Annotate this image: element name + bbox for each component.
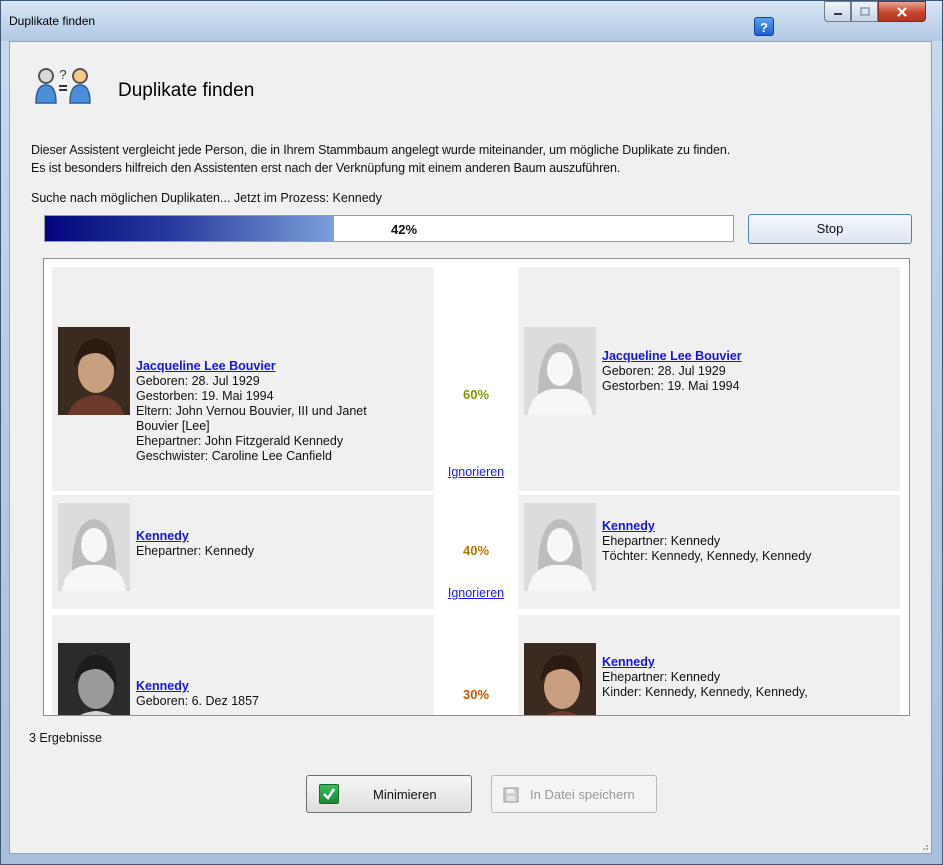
person-detail: Eltern: John Vernou Bouvier, III und Jan… [136, 404, 367, 418]
person-detail: Töchter: Kennedy, Kennedy, Kennedy [602, 549, 812, 563]
description-line-1: Dieser Assistent vergleicht jede Person,… [31, 143, 731, 157]
right-person-cell: Kennedy Ehepartner: Kennedy Kinder: Kenned… [518, 615, 900, 715]
close-icon [897, 6, 907, 17]
person-name-link[interactable]: Kennedy [136, 679, 259, 694]
ignore-link[interactable]: Ignorieren [434, 586, 518, 600]
maximize-icon [859, 6, 870, 16]
save-button-label: In Datei speichern [530, 787, 635, 802]
dialog-content: ? Duplikate finden Dieser Assistent verg… [9, 41, 932, 854]
save-to-file-button[interactable]: In Datei speichern [491, 775, 657, 813]
minimize-icon [833, 12, 842, 15]
person-detail: Kinder: Kennedy, Kennedy, Kennedy, [602, 685, 808, 699]
person-info: Kennedy Geboren: 6. Dez 1857 [136, 679, 259, 709]
minimize-button-label: Minimieren [373, 787, 437, 802]
result-row: Jacqueline Lee Bouvier Geboren: 28. Jul 1… [52, 267, 900, 491]
female-silhouette-icon [524, 327, 596, 415]
progress-label: 42% [390, 222, 418, 237]
result-row: Kennedy Ehepartner: Kennedy Kennedy Ehepart… [52, 495, 900, 609]
person-info: Kennedy Ehepartner: Kennedy Kinder: Kenned… [602, 655, 808, 700]
female-silhouette-icon [58, 503, 130, 591]
person-detail: Gestorben: 19. Mai 1994 [136, 389, 274, 403]
person-photo [58, 327, 130, 415]
status-text: Suche nach möglichen Duplikaten... Jetzt… [31, 191, 382, 205]
person-detail: Ehepartner: Kennedy [602, 534, 721, 548]
person-info: Jacqueline Lee Bouvier Geboren: 28. Jul 1… [136, 359, 367, 464]
description-line-2: Es ist besonders hilfreich den Assistent… [31, 161, 621, 175]
person-detail: Geboren: 6. Dez 1857 [136, 694, 259, 708]
help-button[interactable]: ? [754, 17, 774, 36]
page-title: Duplikate finden [118, 80, 255, 101]
match-cell: 40% Ignorieren [434, 495, 518, 609]
person-detail: Ehepartner: Kennedy [602, 670, 721, 684]
result-row: Kennedy Geboren: 6. Dez 1857 Kennedy Ehepar… [52, 615, 900, 715]
person-name-link[interactable]: Kennedy [136, 529, 254, 544]
person-info: Kennedy Ehepartner: Kennedy [136, 529, 254, 559]
person-detail: Geschwister: Caroline Lee Canfield [136, 449, 332, 463]
person-photo [58, 643, 130, 715]
window-title: Duplikate finden [9, 14, 96, 28]
person-name-link[interactable]: Kennedy [602, 519, 811, 534]
dialog-window: Duplikate finden ? ? Duplikate finden Di… [0, 0, 943, 865]
left-person-cell: Jacqueline Lee Bouvier Geboren: 28. Jul 1… [52, 267, 434, 491]
ignore-link[interactable]: Ignorieren [434, 465, 518, 479]
results-list: Jacqueline Lee Bouvier Geboren: 28. Jul 1… [43, 258, 910, 716]
female-silhouette-icon [524, 503, 596, 591]
match-percent: 30% [462, 687, 490, 702]
duplicate-persons-icon: ? [35, 67, 91, 104]
progress-bar: 42% [44, 215, 734, 242]
person-photo [524, 643, 596, 715]
person-detail: Gestorben: 19. Mai 1994 [602, 379, 740, 393]
title-bar[interactable]: Duplikate finden ? [1, 1, 942, 41]
close-window-button[interactable] [878, 1, 926, 22]
resize-grip-icon[interactable] [919, 841, 929, 851]
person-name-link[interactable]: Jacqueline Lee Bouvier [136, 359, 367, 374]
person-detail: Geboren: 28. Jul 1929 [602, 364, 726, 378]
svg-text:?: ? [59, 67, 66, 82]
left-person-cell: Kennedy Geboren: 6. Dez 1857 [52, 615, 434, 715]
match-cell: 60% Ignorieren [434, 267, 518, 491]
person-name-link[interactable]: Kennedy [602, 655, 808, 670]
match-cell: 30% [434, 615, 518, 715]
minimize-window-button[interactable] [824, 1, 851, 22]
save-icon [503, 787, 519, 803]
match-percent: 60% [462, 387, 490, 402]
stop-button[interactable]: Stop [748, 214, 912, 244]
person-detail: Bouvier [Lee] [136, 419, 210, 433]
right-person-cell: Kennedy Ehepartner: Kennedy Töchter: Kenne… [518, 495, 900, 609]
person-info: Jacqueline Lee Bouvier Geboren: 28. Jul 1… [602, 349, 742, 394]
description: Dieser Assistent vergleicht jede Person,… [31, 141, 730, 177]
window-controls [824, 1, 926, 22]
left-person-cell: Kennedy Ehepartner: Kennedy [52, 495, 434, 609]
person-info: Kennedy Ehepartner: Kennedy Töchter: Kenne… [602, 519, 811, 564]
checkmark-icon [319, 784, 339, 804]
person-detail: Ehepartner: John Fitzgerald Kennedy [136, 434, 344, 448]
minimize-button[interactable]: Minimieren [306, 775, 472, 813]
person-detail: Ehepartner: Kennedy [136, 544, 255, 558]
maximize-window-button[interactable] [851, 1, 878, 22]
right-person-cell: Jacqueline Lee Bouvier Geboren: 28. Jul 1… [518, 267, 900, 491]
result-count: 3 Ergebnisse [29, 731, 102, 745]
match-percent: 40% [462, 543, 490, 558]
person-detail: Geboren: 28. Jul 1929 [136, 374, 260, 388]
person-name-link[interactable]: Jacqueline Lee Bouvier [602, 349, 742, 364]
